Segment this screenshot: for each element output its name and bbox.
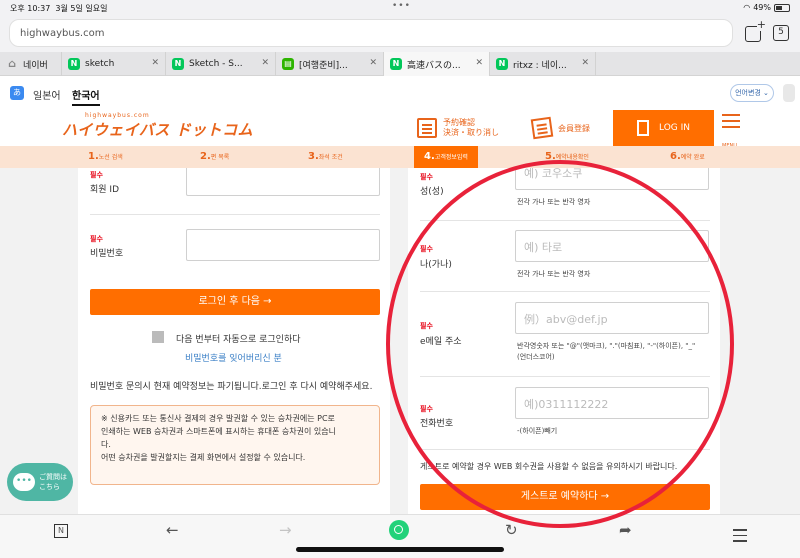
- door-icon: [637, 120, 649, 136]
- divider: [420, 376, 710, 377]
- required-badge: 필수: [420, 322, 433, 330]
- password-input[interactable]: [186, 229, 380, 261]
- naver-n-icon: N: [68, 58, 80, 70]
- status-bar: 오후 10:37 3월 5일 일요일 ••• ◠ 49%: [0, 0, 800, 16]
- blog-icon: ▤: [282, 58, 294, 70]
- tab-naver-home[interactable]: ⌂ 네이버: [0, 52, 62, 76]
- address-bar[interactable]: highwaybus.com: [9, 19, 733, 47]
- naver-n-icon[interactable]: N: [54, 524, 68, 538]
- step-6: 6.예약 완료: [670, 151, 705, 162]
- site-header: highwaybus.com ハイウェイバス ドットコム 予約確認 決済・取り消し…: [0, 110, 800, 149]
- guest-reserve-button[interactable]: 게스트로 예약하다 →: [420, 484, 710, 510]
- main-content: 필수 회원 ID 필수 비밀번호 로그인 후 다음 → 다음 번부터 자동으로 …: [0, 168, 800, 514]
- close-icon[interactable]: ✕: [261, 58, 269, 68]
- required-badge: 필수: [90, 235, 103, 243]
- battery-percent: 49%: [753, 3, 771, 12]
- tab-travel-prep[interactable]: ▤ [여행준비]... ✕: [276, 52, 384, 76]
- phone-input[interactable]: 예)0311112222: [515, 387, 709, 419]
- member-register-button[interactable]: 会員登録: [530, 112, 590, 144]
- close-icon[interactable]: ✕: [369, 58, 377, 68]
- auto-login-label: 다음 번부터 자동으로 로그인하다: [176, 335, 301, 345]
- progress-steps: 1.노선 검색 2.편 목록 3.좌석 조건 4.고객정보입력 5.예약내용확인…: [0, 146, 800, 176]
- new-tab-icon[interactable]: [745, 18, 766, 42]
- required-badge: 필수: [90, 171, 103, 179]
- tab-sketch-s[interactable]: N Sketch - S... ✕: [166, 52, 276, 76]
- surname-input[interactable]: 예) 코우소쿠: [515, 168, 709, 190]
- close-icon[interactable]: ✕: [475, 58, 483, 68]
- auto-login-checkbox[interactable]: [152, 331, 164, 343]
- email-input[interactable]: 例）abv@def.jp: [515, 302, 709, 334]
- password-notice: 비밀번호 문의시 현재 예약정보는 파기됩니다.로그인 후 다시 예약해주세요.: [90, 382, 373, 392]
- close-icon[interactable]: ✕: [581, 58, 589, 68]
- refresh-icon[interactable]: ↻: [505, 521, 518, 539]
- phone-hint: -(하이픈)빼기: [517, 427, 558, 435]
- member-id-input[interactable]: [186, 168, 380, 196]
- step-4-current: 4.고객정보입력: [414, 146, 478, 176]
- naver-n-icon: N: [390, 58, 402, 70]
- lang-korean[interactable]: 한국어: [72, 87, 100, 106]
- language-change-button[interactable]: 언어변경 ⌄: [730, 84, 774, 102]
- member-id-label: 회원 ID: [90, 185, 120, 195]
- tab-sketch[interactable]: N sketch ✕: [62, 52, 166, 76]
- reservation-check-button[interactable]: 予約確認 決済・取り消し: [417, 112, 499, 144]
- required-badge: 필수: [420, 173, 433, 181]
- pencil-note-icon: [530, 116, 554, 140]
- password-label: 비밀번호: [90, 249, 124, 259]
- site-logo[interactable]: ハイウェイバス ドットコム: [62, 119, 253, 140]
- green-dot-icon[interactable]: [389, 520, 409, 540]
- divider: [90, 214, 380, 215]
- home-icon: ⌂: [8, 57, 16, 70]
- side-handle: [783, 84, 795, 102]
- guest-notice: 게스트로 예약할 경우 WEB 회수권을 사용할 수 없음을 유의하시기 바랍니…: [420, 462, 678, 471]
- step-3: 3.좌석 조건: [308, 151, 343, 162]
- logo-url-text: highwaybus.com: [85, 112, 150, 119]
- tab-ritxz[interactable]: N ritxz : 네이... ✕: [490, 52, 596, 76]
- divider: [420, 220, 710, 221]
- phone-label: 전화번호: [420, 419, 454, 429]
- multitask-dots-icon[interactable]: •••: [392, 1, 411, 11]
- hamburger-icon[interactable]: [733, 529, 747, 546]
- given-name-input[interactable]: 예) 타로: [515, 230, 709, 262]
- step-1: 1.노선 검색: [88, 151, 123, 162]
- divider: [420, 291, 710, 292]
- list-icon: [417, 118, 437, 138]
- email-label: e메일 주소: [420, 337, 462, 347]
- step-2: 2.편 목록: [200, 151, 230, 162]
- forgot-password-link[interactable]: 비밀번호를 잊어버리신 분: [185, 351, 282, 364]
- browser-url-row: highwaybus.com 5: [0, 16, 800, 52]
- email-hint: 반각영숫자 또는 "@"(앳마크), "."(마침표), "-"(하이픈), "…: [517, 342, 696, 361]
- status-right: ◠ 49%: [743, 3, 790, 12]
- login-next-button[interactable]: 로그인 후 다음 →: [90, 289, 380, 315]
- status-time: 오후 10:37 3월 5일 일요일: [10, 4, 108, 13]
- browser-tab-row: ⌂ 네이버 N sketch ✕ N Sketch - S... ✕ ▤ [여행…: [0, 52, 800, 76]
- step-5: 5.예약내용확인: [545, 151, 589, 162]
- menu-button[interactable]: MENU: [722, 114, 742, 149]
- surname-label: 성(성): [420, 187, 444, 197]
- given-name-label: 나(가나): [420, 260, 452, 270]
- lang-japanese[interactable]: 일본어: [33, 87, 61, 102]
- language-bar: あ 일본어 한국어 언어변경 ⌄: [0, 76, 800, 110]
- naver-n-icon: N: [496, 58, 508, 70]
- home-indicator: [296, 547, 504, 552]
- forward-arrow-icon[interactable]: →: [279, 521, 292, 539]
- help-chat-button[interactable]: ••• ご質問は こちら: [7, 463, 73, 501]
- chat-icon: •••: [13, 473, 35, 491]
- translate-icon[interactable]: あ: [10, 86, 24, 100]
- battery-icon: [774, 3, 790, 12]
- surname-hint: 전각 가나 또는 반각 영자: [517, 198, 591, 206]
- required-badge: 필수: [420, 405, 433, 413]
- required-badge: 필수: [420, 245, 433, 253]
- close-icon[interactable]: ✕: [151, 58, 159, 68]
- tab-count-button[interactable]: 5: [773, 25, 789, 41]
- divider: [420, 449, 710, 450]
- ticket-warning-box: ※ 신용카드 또는 통신사 결제의 경우 발권할 수 있는 승차권에는 PC로 …: [90, 405, 380, 485]
- share-icon[interactable]: ➦: [619, 521, 632, 539]
- back-arrow-icon[interactable]: ←: [166, 521, 179, 539]
- hamburger-icon: [722, 114, 740, 116]
- naver-n-icon: N: [172, 58, 184, 70]
- wifi-icon: ◠: [743, 3, 751, 12]
- given-name-hint: 전각 가나 또는 반각 영자: [517, 270, 591, 278]
- tab-highwaybus[interactable]: N 高速バスの... ✕: [384, 52, 490, 76]
- login-button[interactable]: LOG IN: [613, 110, 714, 146]
